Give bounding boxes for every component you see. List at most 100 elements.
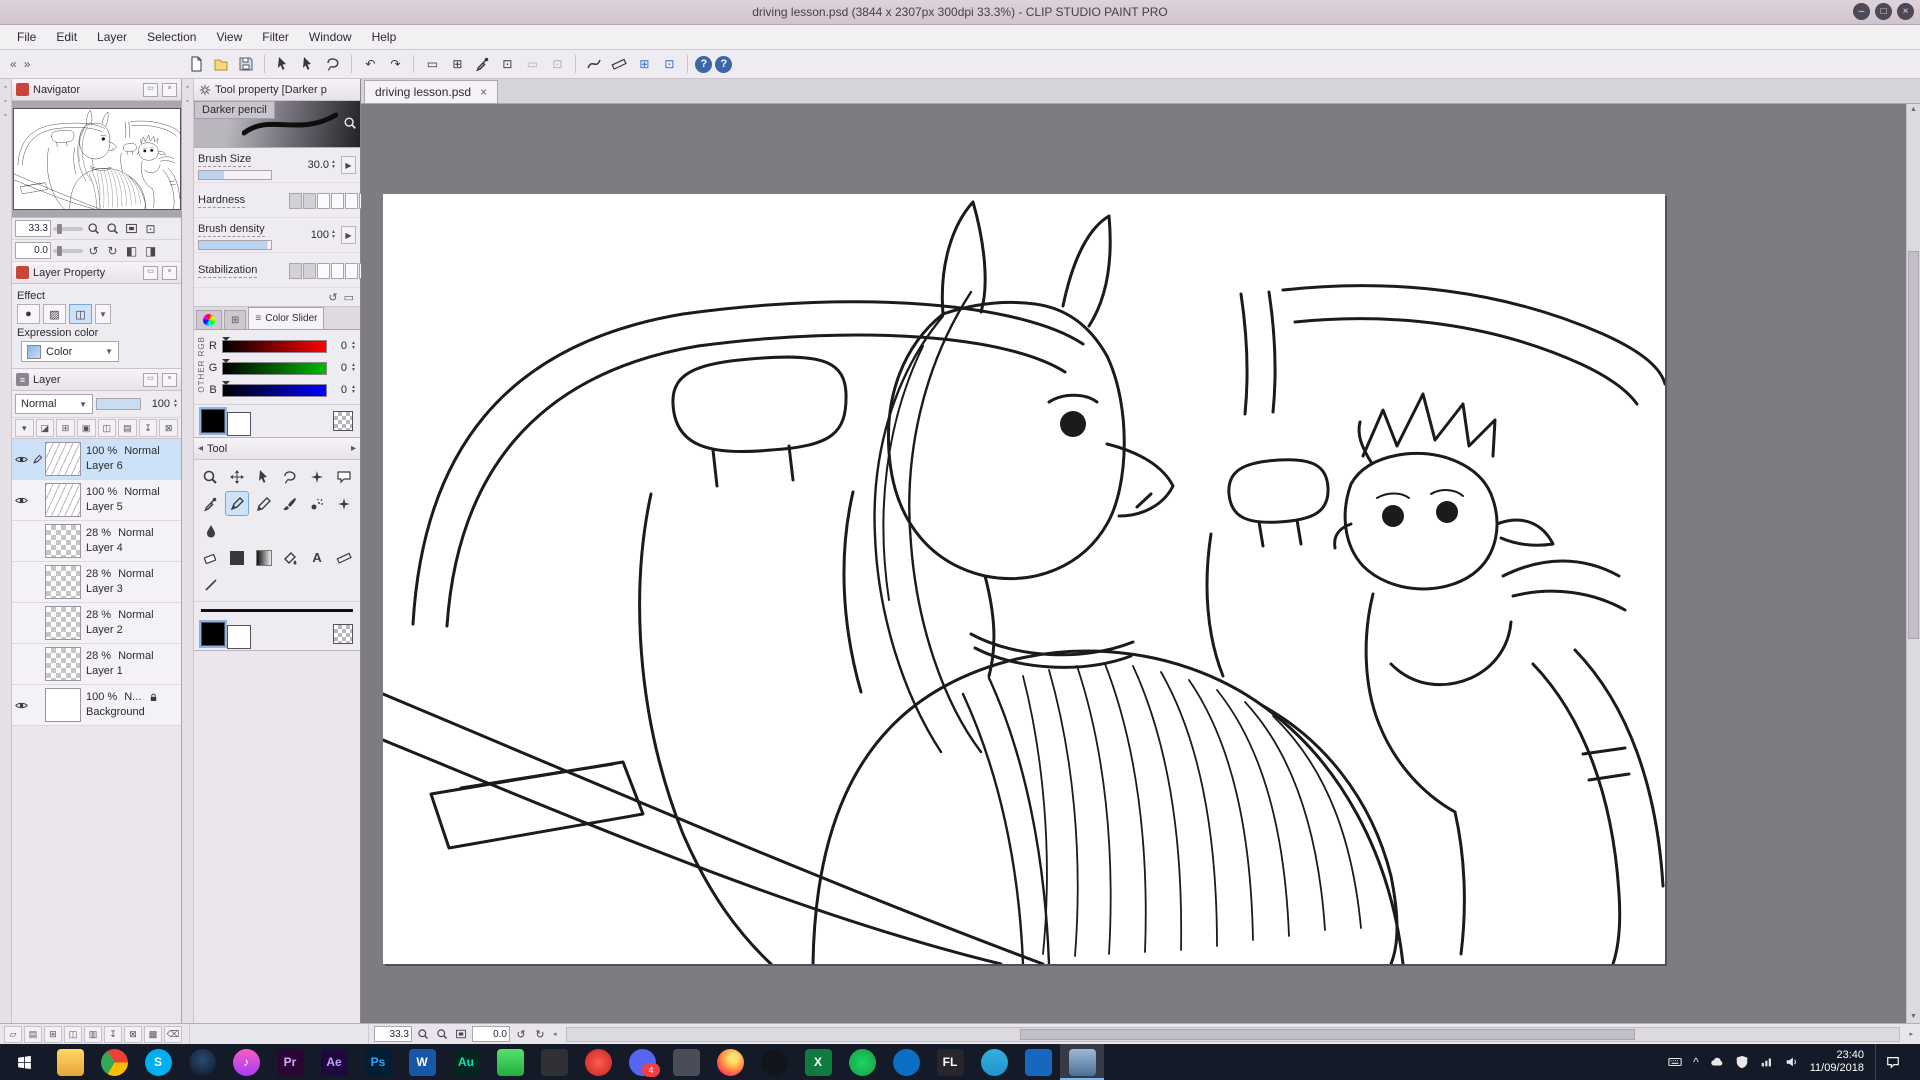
redo-icon[interactable]: ↷: [384, 53, 406, 75]
opacity-spinner[interactable]: ▲▼: [173, 399, 178, 409]
effect-toggle-button[interactable]: ▨: [43, 304, 66, 324]
taskbar-app[interactable]: [532, 1044, 576, 1080]
balloon-tool[interactable]: [331, 464, 356, 489]
menu-item[interactable]: Selection: [138, 27, 205, 47]
text-tool[interactable]: A: [305, 545, 330, 570]
document-close-icon[interactable]: ×: [480, 85, 487, 99]
brush-size-slider[interactable]: [198, 170, 272, 180]
menu-item[interactable]: File: [8, 27, 45, 47]
status-rotate-right-icon[interactable]: ↻: [532, 1026, 548, 1042]
new-file-icon[interactable]: [185, 53, 207, 75]
status-angle-value[interactable]: 0.0: [472, 1026, 510, 1042]
channel-value[interactable]: 0: [331, 362, 347, 374]
layer-visibility-eye-icon[interactable]: [12, 494, 30, 507]
menu-item[interactable]: Layer: [88, 27, 136, 47]
canvas-viewport[interactable]: ▲ ▼: [361, 104, 1920, 1023]
effect-toggle-button[interactable]: ●: [17, 304, 40, 324]
pen-tool[interactable]: [225, 491, 250, 516]
lasso-tool[interactable]: [278, 464, 303, 489]
layer-command-icon[interactable]: ▤: [118, 419, 137, 437]
background-color-swatch[interactable]: [227, 412, 251, 436]
scroll-up-arrow[interactable]: ▲: [1907, 104, 1920, 116]
layer-row[interactable]: 28 % Normal Layer 1: [12, 644, 181, 685]
tab-color-set[interactable]: ⊞: [224, 310, 246, 329]
fill-tool[interactable]: [278, 545, 303, 570]
layer-thumbnail[interactable]: [45, 647, 81, 681]
channel-spinner[interactable]: ▲▼: [351, 385, 356, 395]
save-file-icon[interactable]: [235, 53, 257, 75]
taskbar-app[interactable]: [1016, 1044, 1060, 1080]
layer-visibility-eye-icon[interactable]: [12, 658, 30, 671]
taskbar-app[interactable]: Pr: [268, 1044, 312, 1080]
taskbar-clock[interactable]: 23:40 11/09/2018: [1810, 1049, 1864, 1075]
layer-row[interactable]: 28 % Normal Layer 2: [12, 603, 181, 644]
taskbar-app[interactable]: Ps: [356, 1044, 400, 1080]
horizontal-scroll-thumb[interactable]: [1020, 1029, 1635, 1040]
layer-thumbnail[interactable]: [45, 565, 81, 599]
panel-left-icon[interactable]: ◂: [198, 443, 203, 454]
open-file-icon[interactable]: [210, 53, 232, 75]
blend-tool[interactable]: [198, 518, 223, 543]
layer-footer-icon[interactable]: ▤: [24, 1026, 42, 1043]
layer-row[interactable]: 28 % Normal Layer 3: [12, 562, 181, 603]
tool-panel-header[interactable]: ◂ Tool ▸: [194, 438, 360, 460]
rotate-left-icon[interactable]: ↺: [85, 242, 102, 259]
rotate-value-field[interactable]: 0.0: [15, 242, 51, 259]
brush-size-expand-icon[interactable]: ▶: [341, 156, 356, 174]
layer-visibility-eye-icon[interactable]: [12, 699, 30, 712]
auto-select-tool[interactable]: [305, 464, 330, 489]
channel-spinner[interactable]: ▲▼: [351, 363, 356, 373]
layer-footer-icon[interactable]: ◫: [64, 1026, 82, 1043]
layer-command-icon[interactable]: ⊞: [56, 419, 75, 437]
layer-thumbnail[interactable]: [45, 483, 81, 517]
taskbar-app[interactable]: [840, 1044, 884, 1080]
zoom-tool[interactable]: [198, 464, 223, 489]
status-zoom-out-icon[interactable]: [415, 1026, 431, 1042]
undo-icon[interactable]: ↶: [359, 53, 381, 75]
vertical-scrollbar[interactable]: ▲ ▼: [1906, 104, 1920, 1023]
pencil-tool[interactable]: [251, 491, 276, 516]
brush-density-value[interactable]: 100: [301, 229, 329, 241]
panel-close-button[interactable]: ×: [162, 83, 177, 97]
layer-row[interactable]: 100 % Normal Layer 5: [12, 480, 181, 521]
fill-mono-tool[interactable]: [225, 545, 250, 570]
security-shield-icon[interactable]: [1735, 1055, 1749, 1069]
fit-to-screen-icon[interactable]: [123, 220, 140, 237]
channel-spinner[interactable]: ▲▼: [351, 341, 356, 351]
layer-footer-icon[interactable]: ▩: [144, 1026, 162, 1043]
layer-footer-icon[interactable]: ▥: [84, 1026, 102, 1043]
layer-opacity-value[interactable]: 100: [144, 398, 170, 410]
taskbar-app[interactable]: ♪: [224, 1044, 268, 1080]
zoom-value-field[interactable]: 33.3: [15, 220, 51, 237]
taskbar-app[interactable]: S: [136, 1044, 180, 1080]
taskbar-app[interactable]: [576, 1044, 620, 1080]
maximize-button[interactable]: □: [1875, 3, 1892, 20]
taskbar-app[interactable]: [884, 1044, 928, 1080]
channel-slider[interactable]: [222, 362, 327, 375]
move-tool[interactable]: [225, 464, 250, 489]
expression-color-dropdown[interactable]: Color ▼: [21, 341, 119, 362]
stabilization-segments[interactable]: [289, 263, 372, 279]
object-cursor-icon[interactable]: [272, 53, 294, 75]
layer-row[interactable]: 28 % Normal Layer 4: [12, 521, 181, 562]
flip-horizontal-icon[interactable]: ◧: [123, 242, 140, 259]
menu-item[interactable]: Filter: [253, 27, 298, 47]
panel-menu-button[interactable]: ▭: [143, 373, 158, 387]
scroll-down-arrow[interactable]: ▼: [1907, 1011, 1920, 1023]
taskbar-app[interactable]: [92, 1044, 136, 1080]
crop-frame-icon[interactable]: ⊡: [496, 53, 518, 75]
figure-line-tool[interactable]: [198, 572, 223, 597]
taskbar-app[interactable]: [1060, 1044, 1104, 1080]
hardness-label[interactable]: Hardness: [198, 194, 245, 208]
taskbar-app[interactable]: FL: [928, 1044, 972, 1080]
layer-command-icon[interactable]: ▾: [15, 419, 34, 437]
stabilization-label[interactable]: Stabilization: [198, 264, 257, 278]
channel-value[interactable]: 0: [331, 340, 347, 352]
ruler-tool[interactable]: [331, 545, 356, 570]
flip-vertical-icon[interactable]: ◨: [142, 242, 159, 259]
taskbar-app[interactable]: [752, 1044, 796, 1080]
layer-command-icon[interactable]: ◫: [98, 419, 117, 437]
tab-color-wheel[interactable]: [196, 310, 222, 329]
actual-size-icon[interactable]: ⊡: [142, 220, 159, 237]
snap-to-special-ruler-icon[interactable]: ⊡: [658, 53, 680, 75]
